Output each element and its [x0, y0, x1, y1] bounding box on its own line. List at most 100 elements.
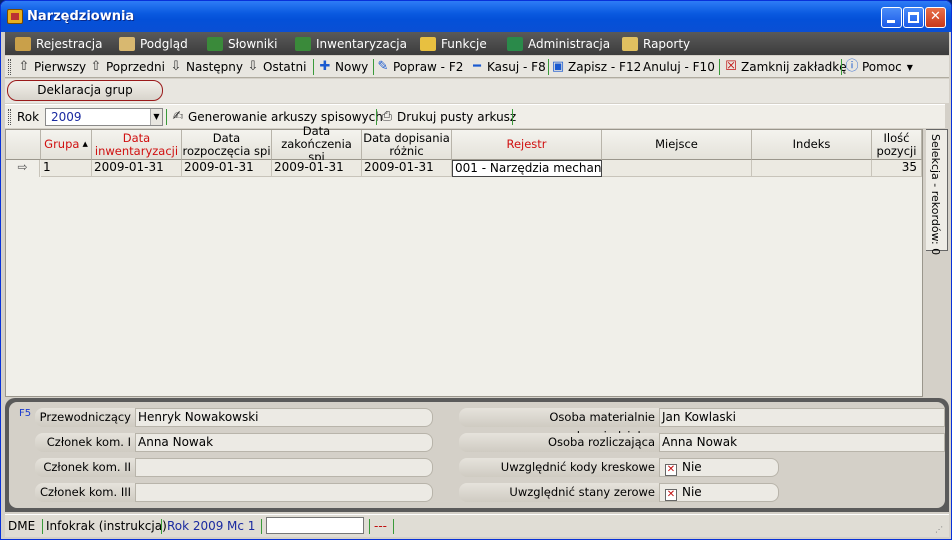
table-cell[interactable]: 2009-01-31 [182, 160, 272, 177]
reports-icon [622, 36, 638, 51]
zero-stock-value: Nie [682, 485, 702, 499]
year-value: 2009 [51, 110, 82, 124]
menu-preview[interactable]: Podgląd [119, 35, 188, 52]
arrow-down-icon: ⇩ [170, 59, 182, 74]
column-header-end-date[interactable]: Data zakończenia spi [272, 125, 362, 164]
record-toolbar: ⇧ Pierwszy ⇧ Poprzedni ⇩ Następny ⇩ Ostatni … [5, 56, 949, 78]
edit-button[interactable]: ✎ Popraw - F2 [376, 59, 464, 75]
detail-panel: F5 Przewodniczący Henryk Nowakowski Czło… [5, 398, 949, 512]
table-cell[interactable]: 2009-01-31 [92, 160, 182, 177]
menu-registration[interactable]: Rejestracja [15, 35, 102, 52]
close-icon: ✕ [930, 9, 941, 24]
column-header-index[interactable]: Indeks [752, 130, 872, 160]
arrow-last-icon: ⇩ [247, 59, 259, 74]
table-cell[interactable]: 1 [41, 160, 92, 177]
cancel-button[interactable]: Anuluj - F10 [643, 59, 715, 75]
column-header-start-date[interactable]: Data rozpoczęcia spi [182, 130, 272, 160]
status-separator [261, 519, 262, 534]
cancel-label: Anuluj - F10 [643, 60, 715, 74]
table-cell[interactable] [752, 160, 872, 177]
menu-reports[interactable]: Raporty [622, 35, 690, 52]
filter-bar: Rok 2009 ▼ ✍ Generowanie arkuszy spisowych… [5, 104, 945, 128]
menu-label: Podgląd [140, 36, 188, 51]
filter-separator [376, 109, 377, 125]
status-month: Mc 1 [227, 519, 256, 533]
menu-administration[interactable]: Administracja [507, 35, 610, 52]
save-button[interactable]: ▣ Zapisz - F12 [551, 59, 641, 75]
title-bar[interactable]: Narzędziownia ✕ [1, 1, 951, 32]
toolbar-grip[interactable] [8, 59, 11, 75]
settling-person-field[interactable]: Anna Nowak [659, 433, 945, 452]
close-document-icon: ☒ [725, 59, 737, 74]
dictionary-icon [207, 36, 223, 51]
status-input[interactable] [266, 517, 364, 534]
print-empty-label: Drukuj pusty arkusz [397, 110, 517, 124]
member-2-field[interactable] [135, 458, 433, 477]
table-cell-selected[interactable]: 001 - Narzędzia mechanicz [452, 160, 602, 177]
help-button[interactable]: ⓘ Pomoc ▼ [845, 59, 912, 75]
filter-separator [166, 109, 167, 125]
column-header-register[interactable]: Rejestr [452, 130, 602, 160]
maximize-button[interactable] [903, 7, 924, 28]
table-cell[interactable]: 2009-01-31 [272, 160, 362, 177]
column-header-diff-date[interactable]: Data dopisania różnic [362, 130, 452, 160]
minimize-button[interactable] [881, 7, 902, 28]
member-1-label: Członek kom. I [35, 433, 135, 452]
table-cell[interactable] [602, 160, 752, 177]
resize-grip-icon[interactable]: ⋰ [935, 525, 945, 535]
toolbar-separator [841, 59, 842, 75]
responsible-person-field[interactable]: Jan Kowlaski [659, 408, 945, 427]
barcodes-value: Nie [682, 460, 702, 474]
column-header-group[interactable]: Grupa ▲ [41, 130, 92, 160]
menu-functions[interactable]: Funkcje [420, 35, 487, 52]
tab-group-declaration[interactable]: Deklaracja grup [7, 80, 163, 101]
first-button[interactable]: ⇧ Pierwszy [17, 59, 87, 75]
settling-person-label: Osoba rozliczająca [459, 433, 659, 452]
zero-stock-field[interactable]: ✕ Nie [659, 483, 779, 502]
close-tab-label: Zamknij zakładkę [741, 60, 847, 74]
delete-button[interactable]: ━ Kasuj - F8 [470, 59, 546, 75]
row-indicator-header [6, 130, 41, 160]
generate-label: Generowanie arkuszy spisowych [188, 110, 383, 124]
generate-sheets-button[interactable]: ✍ Generowanie arkuszy spisowych [171, 109, 383, 125]
prev-button[interactable]: ⇧ Poprzedni [89, 59, 165, 75]
menu-inventory[interactable]: Inwentaryzacja [295, 35, 407, 52]
floppy-icon: ▣ [551, 59, 565, 74]
member-3-field[interactable] [135, 483, 433, 502]
menu-dictionaries[interactable]: Słowniki [207, 35, 277, 52]
status-app: DME [8, 519, 36, 533]
close-button[interactable]: ✕ [925, 7, 946, 28]
current-row-arrow-icon[interactable]: ⇨ [6, 160, 40, 177]
column-header-place[interactable]: Miejsce [602, 130, 752, 160]
status-separator [393, 519, 394, 534]
barcodes-label: Uwzględnić kody kreskowe [459, 458, 659, 477]
chairman-field[interactable]: Henryk Nowakowski [135, 408, 433, 427]
selection-label: Selekcja - rekordów: 0 [929, 134, 942, 256]
next-button[interactable]: ⇩ Następny [169, 59, 243, 75]
chevron-down-icon[interactable]: ▼ [150, 109, 162, 125]
year-select[interactable]: 2009 ▼ [45, 108, 163, 126]
checkbox-x-icon[interactable]: ✕ [665, 464, 677, 476]
print-empty-sheet-button[interactable]: ⎙ Drukuj pusty arkusz [380, 109, 516, 125]
new-button[interactable]: ✚ Nowy [318, 59, 369, 75]
column-header-inventory-date[interactable]: Data inwentaryzacji [92, 130, 182, 160]
edit-label: Popraw - F2 [393, 60, 464, 74]
sort-asc-icon: ▲ [82, 140, 88, 148]
status-separator [161, 519, 162, 534]
member-1-field[interactable]: Anna Nowak [135, 433, 433, 452]
close-tab-button[interactable]: ☒ Zamknij zakładkę [724, 59, 847, 75]
admin-icon [507, 36, 523, 51]
selection-side-tab[interactable]: Selekcja - rekordów: 0 [926, 129, 948, 255]
barcodes-field[interactable]: ✕ Nie [659, 458, 779, 477]
minimize-icon [887, 20, 895, 23]
table-cell[interactable]: 35 [872, 160, 922, 177]
checkbox-x-icon[interactable]: ✕ [665, 489, 677, 501]
table-cell[interactable]: 2009-01-31 [362, 160, 452, 177]
last-label: Ostatni [263, 60, 307, 74]
maximize-icon [908, 12, 919, 23]
filter-grip[interactable] [8, 109, 11, 125]
last-button[interactable]: ⇩ Ostatni [246, 59, 307, 75]
column-header-item-count[interactable]: Ilość pozycji [872, 130, 922, 160]
pencil-icon: ✎ [377, 59, 389, 74]
status-indicator: --- [374, 519, 387, 533]
